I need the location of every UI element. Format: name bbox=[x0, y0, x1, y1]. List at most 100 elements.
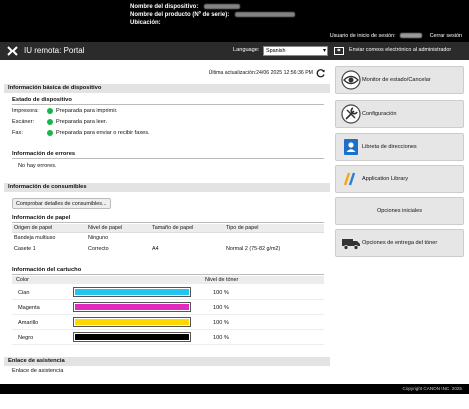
product-name-row: Nombre del producto (Nº de serie): bbox=[130, 12, 295, 18]
mail-admin-link[interactable]: Enviar correos electrónico al administra… bbox=[349, 47, 451, 53]
address-book-label: Libreta de direcciones bbox=[362, 144, 417, 150]
status-device-fax: Fax: bbox=[12, 130, 23, 136]
paper-type bbox=[224, 233, 324, 244]
support-link-header: Enlace de asistencia bbox=[4, 357, 330, 366]
check-consumables-button[interactable]: Comprobar detalles de consumibles... bbox=[12, 198, 111, 209]
cartridge-info-title: Información del cartucho bbox=[12, 267, 324, 275]
toner-level-bar bbox=[73, 287, 191, 297]
device-name-value-redacted bbox=[204, 4, 241, 9]
language-select-value: Spanish bbox=[266, 48, 286, 54]
location-label: Ubicación: bbox=[130, 20, 161, 26]
login-info: Usuario de inicio de sesión: Cerrar sesi… bbox=[330, 33, 462, 39]
paper-size: A4 bbox=[152, 246, 159, 252]
error-info-text: No hay errores. bbox=[18, 163, 57, 169]
paper-table-header: Origen de papel Nivel de papel Tamaño de… bbox=[12, 224, 324, 233]
application-library-label: Application Library bbox=[362, 176, 409, 182]
product-name-value-redacted bbox=[234, 12, 295, 17]
address-book-button[interactable]: Libreta de direcciones bbox=[335, 133, 464, 161]
initial-options-button[interactable]: Opciones iniciales bbox=[335, 197, 464, 225]
toner-level-text: 100 % bbox=[213, 290, 229, 296]
toner-row: Cian 100 % bbox=[12, 285, 324, 300]
product-name-label: Nombre del producto (Nº de serie): bbox=[130, 12, 230, 19]
delivery-truck-icon bbox=[342, 239, 360, 250]
monitor-icon bbox=[341, 70, 361, 90]
toner-name: Magenta bbox=[18, 305, 40, 311]
portal-bar: IU remota: Portal Language: Spanish ▾ En… bbox=[0, 42, 469, 60]
toner-table-header: Color Nivel de tóner bbox=[12, 276, 324, 284]
consumables-header: Información de consumibles bbox=[4, 183, 330, 192]
copyright-text: Copyright CANON INC. 2025 bbox=[402, 386, 463, 391]
toner-name: Amarillo bbox=[18, 320, 39, 326]
status-device-printer: Impresora: bbox=[12, 108, 39, 114]
paper-source: Casete 1 bbox=[14, 246, 36, 252]
col-source: Origen de papel bbox=[12, 224, 86, 233]
toner-level-text: 100 % bbox=[213, 335, 229, 341]
language-select[interactable]: Spanish ▾ bbox=[263, 46, 328, 56]
login-user-label: Usuario de inicio de sesión: bbox=[329, 33, 396, 39]
toner-row: Amarillo 100 % bbox=[12, 315, 324, 330]
basic-info-header: Información básica de dispositivo bbox=[4, 84, 330, 93]
toner-delivery-label: Opciones de entrega del tóner bbox=[362, 240, 438, 246]
status-text-fax: Preparada para enviar o recibir faxes. bbox=[56, 130, 150, 136]
paper-level: Correcto bbox=[88, 246, 109, 252]
col-level: Nivel de papel bbox=[86, 224, 150, 233]
paper-info-title: Información de papel bbox=[12, 215, 324, 223]
address-book-icon bbox=[344, 139, 358, 155]
device-name-row: Nombre del dispositivo: bbox=[130, 4, 241, 11]
device-name-label: Nombre del dispositivo: bbox=[130, 4, 199, 11]
toner-row: Magenta 100 % bbox=[12, 300, 324, 315]
location-row: Ubicación: bbox=[130, 20, 161, 26]
paper-level: Ninguno bbox=[88, 235, 109, 242]
error-info-title: Información de errores bbox=[12, 151, 324, 159]
status-monitor-button[interactable]: Monitor de estado/Cancelar bbox=[335, 66, 464, 94]
toner-level-text: 100 % bbox=[213, 320, 229, 326]
device-status-title: Estado de dispositivo bbox=[12, 97, 324, 105]
toner-row: Negro 100 % bbox=[12, 330, 324, 345]
paper-source: Bandeja multiuso bbox=[14, 235, 56, 242]
chevron-down-icon: ▾ bbox=[322, 48, 326, 54]
settings-label: Configuración bbox=[362, 111, 397, 117]
initial-options-label: Opciones iniciales bbox=[376, 208, 423, 214]
last-update-text: Última actualización:24/06 2025 12:56:36… bbox=[208, 70, 313, 76]
col-size: Tamaño de papel bbox=[150, 224, 224, 233]
portal-title: IU remota: Portal bbox=[24, 46, 85, 55]
toner-name: Negro bbox=[18, 335, 34, 341]
toner-level-bar bbox=[73, 332, 191, 342]
application-library-icon bbox=[343, 172, 356, 186]
main-content: Última actualización:24/06 2025 12:56:36… bbox=[4, 62, 330, 380]
status-ok-icon bbox=[47, 119, 53, 125]
paper-type: Normal 2 (75-82 g/m2) bbox=[226, 246, 281, 252]
table-row: Casete 1 Correcto A4 Normal 2 (75-82 g/m… bbox=[12, 244, 324, 255]
toner-level-bar bbox=[73, 317, 191, 327]
device-header: Nombre del dispositivo: Nombre del produ… bbox=[0, 0, 469, 42]
refresh-icon[interactable] bbox=[316, 68, 326, 78]
toner-name: Cian bbox=[18, 290, 30, 296]
login-user-value-redacted bbox=[400, 33, 423, 39]
status-ok-icon bbox=[47, 130, 53, 136]
settings-button[interactable]: Configuración bbox=[335, 100, 464, 128]
toner-level-fill bbox=[75, 319, 189, 325]
mail-icon[interactable] bbox=[334, 46, 344, 56]
toner-level-text: 100 % bbox=[213, 305, 229, 311]
paper-table: Origen de papel Nivel de papel Tamaño de… bbox=[12, 224, 324, 255]
col-color: Color bbox=[16, 277, 29, 283]
table-row: Bandeja multiuso Ninguno bbox=[12, 233, 324, 244]
status-ok-icon bbox=[47, 108, 53, 114]
logout-link[interactable]: Cerrar sesión bbox=[430, 33, 462, 39]
col-type: Tipo de papel bbox=[224, 224, 324, 233]
paper-size bbox=[150, 233, 224, 244]
toner-delivery-options-button[interactable]: Opciones de entrega del tóner bbox=[335, 229, 464, 257]
status-text-scanner: Preparada para leer. bbox=[56, 119, 107, 125]
settings-icon bbox=[341, 104, 361, 124]
status-monitor-label: Monitor de estado/Cancelar bbox=[362, 77, 431, 83]
remote-ui-logo-icon bbox=[7, 46, 18, 56]
toner-level-fill bbox=[75, 334, 189, 340]
support-link[interactable]: Enlace de asistencia bbox=[12, 368, 63, 374]
col-toner-level: Nivel de tóner bbox=[205, 277, 239, 283]
toner-level-bar bbox=[73, 302, 191, 312]
status-text-printer: Preparada para imprimir. bbox=[56, 108, 118, 114]
application-library-button[interactable]: Application Library bbox=[335, 165, 464, 193]
footer: Copyright CANON INC. 2025 bbox=[0, 384, 469, 394]
toner-level-fill bbox=[75, 304, 189, 310]
status-device-scanner: Escáner: bbox=[12, 119, 35, 125]
